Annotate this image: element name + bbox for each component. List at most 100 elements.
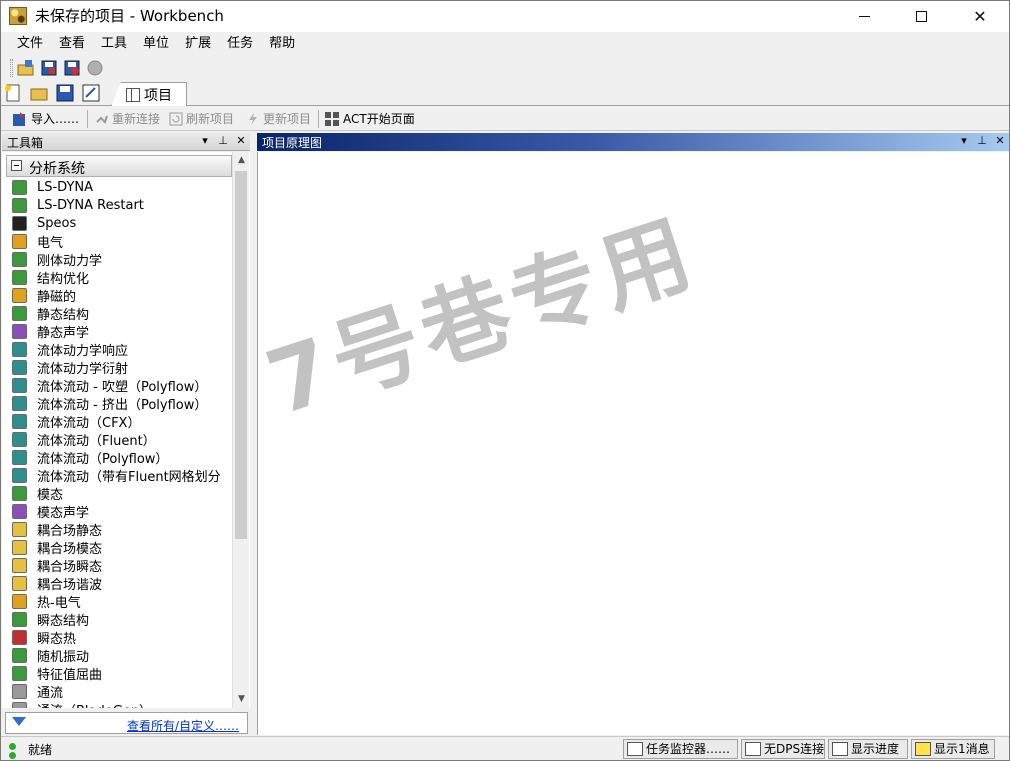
list-item[interactable]: 耦合场瞬态 <box>12 556 232 574</box>
menu-extensions[interactable]: 扩展 <box>177 32 219 56</box>
analysis-system-icon <box>12 611 27 627</box>
list-item[interactable]: 静态结构 <box>12 304 232 322</box>
show-messages-button[interactable]: 显示1消息 <box>911 739 995 759</box>
disabled-globe-icon[interactable] <box>86 59 104 77</box>
open-file-icon[interactable] <box>30 84 48 102</box>
panel-dropdown-icon[interactable]: ▾ <box>198 134 212 147</box>
computer-icon <box>745 742 761 756</box>
list-item[interactable]: 流体流动（Fluent） <box>12 430 232 448</box>
list-item-label: 随机振动 <box>37 649 90 665</box>
minimize-button[interactable] <box>841 1 887 32</box>
panel-pin-icon[interactable]: ⊥ <box>216 134 230 147</box>
panel-close-icon[interactable]: ✕ <box>993 134 1007 147</box>
refresh-button[interactable]: 刷新项目 <box>169 110 234 128</box>
list-item[interactable]: 耦合场模态 <box>12 538 232 556</box>
scroll-thumb[interactable] <box>235 171 247 539</box>
save-disk-icon[interactable] <box>40 59 58 77</box>
act-start-label: ACT开始页面 <box>343 112 415 126</box>
task-monitor-button[interactable]: 任务监控器…… <box>623 739 738 759</box>
collapse-icon[interactable] <box>11 160 22 171</box>
list-item[interactable]: 通流（BladeGen） <box>12 700 232 708</box>
list-item-label: 流体动力学衍射 <box>37 361 129 377</box>
list-item[interactable]: 流体动力学响应 <box>12 340 232 358</box>
archive-icon[interactable] <box>82 84 100 102</box>
list-item[interactable]: 流体动力学衍射 <box>12 358 232 376</box>
list-item[interactable]: 耦合场谐波 <box>12 574 232 592</box>
list-item-label: 流体流动 - 吹塑（Polyflow） <box>37 379 208 395</box>
close-button[interactable]: ✕ <box>957 1 1003 32</box>
list-item-label: 电气 <box>37 235 64 251</box>
analysis-system-icon <box>12 341 27 357</box>
list-item[interactable]: 瞬态结构 <box>12 610 232 628</box>
analysis-system-icon <box>12 431 27 447</box>
list-item-label: 瞬态热 <box>37 631 77 647</box>
list-item[interactable]: 静态声学 <box>12 322 232 340</box>
list-item[interactable]: LS-DYNA Restart <box>12 196 232 214</box>
show-progress-button[interactable]: 显示进度 <box>828 739 908 759</box>
dps-connection-button[interactable]: 无DPS连接 <box>741 739 825 759</box>
list-item[interactable]: 瞬态热 <box>12 628 232 646</box>
list-item[interactable]: 电气 <box>12 232 232 250</box>
new-file-icon[interactable] <box>4 84 22 102</box>
list-item[interactable]: 流体流动（带有Fluent网格划分 <box>12 466 232 484</box>
open-folder-icon[interactable] <box>17 59 35 77</box>
view-all-customize-link[interactable]: 查看所有/自定义…… <box>127 717 239 734</box>
toolbar-grip[interactable] <box>10 59 13 77</box>
analysis-system-icon <box>12 323 27 339</box>
panel-pin-icon[interactable]: ⊥ <box>975 134 989 147</box>
update-button[interactable]: 更新项目 <box>246 110 311 128</box>
scroll-up-icon[interactable]: ▲ <box>233 152 250 169</box>
toolbox-footer: 查看所有/自定义…… <box>5 712 248 734</box>
scroll-down-icon[interactable]: ▼ <box>233 691 250 708</box>
list-item[interactable]: 结构优化 <box>12 268 232 286</box>
list-item[interactable]: 流体流动（Polyflow） <box>12 448 232 466</box>
list-item-label: 流体流动 - 挤出（Polyflow） <box>37 397 208 413</box>
list-item[interactable]: 流体流动（CFX） <box>12 412 232 430</box>
analysis-system-icon <box>12 575 27 591</box>
list-item[interactable]: 刚体动力学 <box>12 250 232 268</box>
toolbar-separator <box>318 110 319 128</box>
save-as-icon[interactable] <box>63 59 81 77</box>
filter-icon[interactable] <box>12 717 26 726</box>
analysis-systems-group[interactable]: 分析系统 <box>6 155 232 177</box>
list-item[interactable]: 耦合场静态 <box>12 520 232 538</box>
panel-close-icon[interactable]: ✕ <box>234 134 248 147</box>
workbench-window: 未保存的项目 - Workbench ✕ 文件 查看 工具 单位 扩展 任务 帮… <box>0 0 1010 761</box>
list-item[interactable]: 静磁的 <box>12 286 232 304</box>
analysis-system-icon <box>12 305 27 321</box>
list-item[interactable]: 流体流动 - 挤出（Polyflow） <box>12 394 232 412</box>
list-item[interactable]: 随机振动 <box>12 646 232 664</box>
grid-icon <box>325 111 339 126</box>
analysis-system-icon <box>12 647 27 663</box>
panel-dropdown-icon[interactable]: ▾ <box>957 134 971 147</box>
list-item[interactable]: Speos <box>12 214 232 232</box>
maximize-button[interactable] <box>898 1 944 32</box>
list-item[interactable]: 通流 <box>12 682 232 700</box>
progress-icon <box>832 742 848 756</box>
list-item-label: 特征值屈曲 <box>37 667 103 683</box>
reconnect-button[interactable]: 重新连接 <box>95 110 160 128</box>
list-item[interactable]: 热-电气 <box>12 592 232 610</box>
list-item[interactable]: 特征值屈曲 <box>12 664 232 682</box>
save-file-icon[interactable] <box>56 84 74 102</box>
list-item[interactable]: 模态声学 <box>12 502 232 520</box>
menu-view[interactable]: 查看 <box>51 32 93 56</box>
menu-help[interactable]: 帮助 <box>261 32 303 56</box>
tab-project[interactable]: 项目 <box>111 82 187 106</box>
panel-splitter[interactable] <box>250 133 257 736</box>
title-bar: 未保存的项目 - Workbench ✕ <box>1 1 1009 32</box>
import-button[interactable]: 导入…… <box>12 110 79 128</box>
list-item[interactable]: 模态 <box>12 484 232 502</box>
act-start-button[interactable]: ACT开始页面 <box>325 110 415 128</box>
toolbox-scrollbar[interactable]: ▲ ▼ <box>232 152 249 708</box>
menu-units[interactable]: 单位 <box>135 32 177 56</box>
menu-file[interactable]: 文件 <box>9 32 51 56</box>
list-item-label: 耦合场瞬态 <box>37 559 103 575</box>
analysis-system-icon <box>12 467 27 483</box>
list-item[interactable]: LS-DYNA <box>12 178 232 196</box>
list-item[interactable]: 流体流动 - 吹塑（Polyflow） <box>12 376 232 394</box>
menu-jobs[interactable]: 任务 <box>219 32 261 56</box>
workbench-logo-icon <box>9 7 27 25</box>
list-item-label: 流体流动（CFX） <box>37 415 141 431</box>
menu-tools[interactable]: 工具 <box>93 32 135 56</box>
